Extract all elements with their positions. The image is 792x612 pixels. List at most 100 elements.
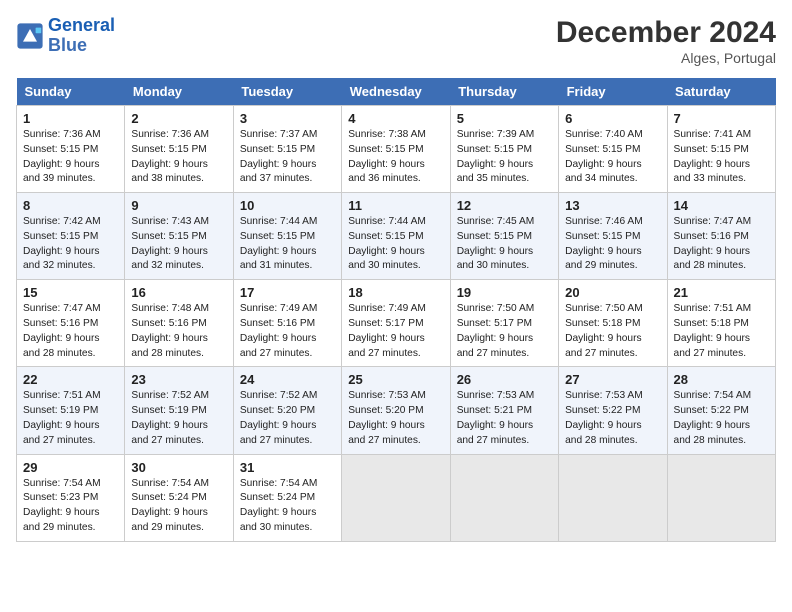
day-number: 4 [348, 111, 443, 126]
calendar-cell [559, 454, 667, 541]
day-info: Sunrise: 7:49 AM Sunset: 5:17 PM Dayligh… [348, 302, 443, 361]
day-number: 13 [565, 198, 660, 213]
day-info: Sunrise: 7:50 AM Sunset: 5:17 PM Dayligh… [457, 302, 552, 361]
day-number: 22 [23, 372, 118, 387]
day-number: 5 [457, 111, 552, 126]
calendar-cell: 1 Sunrise: 7:36 AM Sunset: 5:15 PM Daylig… [17, 106, 125, 193]
day-info: Sunrise: 7:48 AM Sunset: 5:16 PM Dayligh… [131, 302, 226, 361]
title-block: December 2024 Alges, Portugal [556, 16, 776, 66]
location: Alges, Portugal [556, 50, 776, 66]
calendar-cell: 24 Sunrise: 7:52 AM Sunset: 5:20 PM Dayli… [233, 367, 341, 454]
day-number: 20 [565, 285, 660, 300]
day-info: Sunrise: 7:52 AM Sunset: 5:20 PM Dayligh… [240, 389, 335, 448]
day-info: Sunrise: 7:40 AM Sunset: 5:15 PM Dayligh… [565, 128, 660, 187]
day-info: Sunrise: 7:53 AM Sunset: 5:20 PM Dayligh… [348, 389, 443, 448]
day-info: Sunrise: 7:51 AM Sunset: 5:18 PM Dayligh… [674, 302, 769, 361]
day-number: 6 [565, 111, 660, 126]
day-number: 28 [674, 372, 769, 387]
calendar-cell: 21 Sunrise: 7:51 AM Sunset: 5:18 PM Dayli… [667, 280, 775, 367]
calendar-cell: 30 Sunrise: 7:54 AM Sunset: 5:24 PM Dayli… [125, 454, 233, 541]
day-number: 29 [23, 460, 118, 475]
day-info: Sunrise: 7:44 AM Sunset: 5:15 PM Dayligh… [348, 215, 443, 274]
logo: General Blue [16, 16, 115, 56]
calendar-table: SundayMondayTuesdayWednesdayThursdayFrid… [16, 78, 776, 542]
day-info: Sunrise: 7:46 AM Sunset: 5:15 PM Dayligh… [565, 215, 660, 274]
day-number: 3 [240, 111, 335, 126]
col-header-sunday: Sunday [17, 78, 125, 106]
day-number: 11 [348, 198, 443, 213]
day-number: 26 [457, 372, 552, 387]
calendar-cell [342, 454, 450, 541]
day-number: 18 [348, 285, 443, 300]
day-info: Sunrise: 7:54 AM Sunset: 5:23 PM Dayligh… [23, 477, 118, 536]
page-header: General Blue December 2024 Alges, Portug… [16, 16, 776, 66]
calendar-cell: 11 Sunrise: 7:44 AM Sunset: 5:15 PM Dayli… [342, 193, 450, 280]
calendar-cell: 27 Sunrise: 7:53 AM Sunset: 5:22 PM Dayli… [559, 367, 667, 454]
calendar-cell: 3 Sunrise: 7:37 AM Sunset: 5:15 PM Daylig… [233, 106, 341, 193]
calendar-cell: 20Sunrise: 7:50 AM Sunset: 5:18 PM Dayli… [559, 280, 667, 367]
day-info: Sunrise: 7:41 AM Sunset: 5:15 PM Dayligh… [674, 128, 769, 187]
day-info: Sunrise: 7:52 AM Sunset: 5:19 PM Dayligh… [131, 389, 226, 448]
calendar-cell: 18 Sunrise: 7:49 AM Sunset: 5:17 PM Dayli… [342, 280, 450, 367]
calendar-cell: 17 Sunrise: 7:49 AM Sunset: 5:16 PM Dayli… [233, 280, 341, 367]
calendar-cell: 4 Sunrise: 7:38 AM Sunset: 5:15 PM Daylig… [342, 106, 450, 193]
day-number: 15 [23, 285, 118, 300]
day-number: 30 [131, 460, 226, 475]
calendar-cell: 28 Sunrise: 7:54 AM Sunset: 5:22 PM Dayli… [667, 367, 775, 454]
calendar-cell: 10Sunrise: 7:44 AM Sunset: 5:15 PM Dayli… [233, 193, 341, 280]
day-info: Sunrise: 7:54 AM Sunset: 5:24 PM Dayligh… [240, 477, 335, 536]
day-number: 19 [457, 285, 552, 300]
calendar-cell: 14Sunrise: 7:47 AM Sunset: 5:16 PM Dayli… [667, 193, 775, 280]
day-number: 8 [23, 198, 118, 213]
calendar-cell: 13 Sunrise: 7:46 AM Sunset: 5:15 PM Dayli… [559, 193, 667, 280]
calendar-cell: 8 Sunrise: 7:42 AM Sunset: 5:15 PM Daylig… [17, 193, 125, 280]
day-info: Sunrise: 7:38 AM Sunset: 5:15 PM Dayligh… [348, 128, 443, 187]
calendar-cell: 22Sunrise: 7:51 AM Sunset: 5:19 PM Dayli… [17, 367, 125, 454]
col-header-tuesday: Tuesday [233, 78, 341, 106]
day-info: Sunrise: 7:39 AM Sunset: 5:15 PM Dayligh… [457, 128, 552, 187]
calendar-cell: 19 Sunrise: 7:50 AM Sunset: 5:17 PM Dayli… [450, 280, 558, 367]
day-number: 17 [240, 285, 335, 300]
day-info: Sunrise: 7:45 AM Sunset: 5:15 PM Dayligh… [457, 215, 552, 274]
col-header-thursday: Thursday [450, 78, 558, 106]
day-info: Sunrise: 7:47 AM Sunset: 5:16 PM Dayligh… [23, 302, 118, 361]
calendar-cell: 25 Sunrise: 7:53 AM Sunset: 5:20 PM Dayli… [342, 367, 450, 454]
day-number: 2 [131, 111, 226, 126]
calendar-cell: 6 Sunrise: 7:40 AM Sunset: 5:15 PM Daylig… [559, 106, 667, 193]
month-title: December 2024 [556, 16, 776, 50]
day-info: Sunrise: 7:36 AM Sunset: 5:15 PM Dayligh… [131, 128, 226, 187]
day-info: Sunrise: 7:36 AM Sunset: 5:15 PM Dayligh… [23, 128, 118, 187]
calendar-cell: 23Sunrise: 7:52 AM Sunset: 5:19 PM Dayli… [125, 367, 233, 454]
col-header-saturday: Saturday [667, 78, 775, 106]
calendar-cell: 12Sunrise: 7:45 AM Sunset: 5:15 PM Dayli… [450, 193, 558, 280]
day-info: Sunrise: 7:54 AM Sunset: 5:24 PM Dayligh… [131, 477, 226, 536]
day-info: Sunrise: 7:54 AM Sunset: 5:22 PM Dayligh… [674, 389, 769, 448]
day-info: Sunrise: 7:49 AM Sunset: 5:16 PM Dayligh… [240, 302, 335, 361]
calendar-cell [667, 454, 775, 541]
calendar-cell: 15 Sunrise: 7:47 AM Sunset: 5:16 PM Dayli… [17, 280, 125, 367]
day-info: Sunrise: 7:53 AM Sunset: 5:21 PM Dayligh… [457, 389, 552, 448]
day-number: 1 [23, 111, 118, 126]
calendar-cell: 31 Sunrise: 7:54 AM Sunset: 5:24 PM Dayli… [233, 454, 341, 541]
calendar-cell: 16Sunrise: 7:48 AM Sunset: 5:16 PM Dayli… [125, 280, 233, 367]
day-info: Sunrise: 7:42 AM Sunset: 5:15 PM Dayligh… [23, 215, 118, 274]
day-number: 9 [131, 198, 226, 213]
calendar-cell [450, 454, 558, 541]
calendar-cell: 7 Sunrise: 7:41 AM Sunset: 5:15 PM Daylig… [667, 106, 775, 193]
day-info: Sunrise: 7:37 AM Sunset: 5:15 PM Dayligh… [240, 128, 335, 187]
col-header-wednesday: Wednesday [342, 78, 450, 106]
day-info: Sunrise: 7:43 AM Sunset: 5:15 PM Dayligh… [131, 215, 226, 274]
day-number: 27 [565, 372, 660, 387]
logo-icon [16, 22, 44, 50]
day-number: 10 [240, 198, 335, 213]
day-number: 24 [240, 372, 335, 387]
calendar-cell: 26 Sunrise: 7:53 AM Sunset: 5:21 PM Dayli… [450, 367, 558, 454]
day-number: 21 [674, 285, 769, 300]
logo-text: General Blue [48, 16, 115, 56]
calendar-cell: 9 Sunrise: 7:43 AM Sunset: 5:15 PM Daylig… [125, 193, 233, 280]
day-info: Sunrise: 7:47 AM Sunset: 5:16 PM Dayligh… [674, 215, 769, 274]
day-number: 25 [348, 372, 443, 387]
day-info: Sunrise: 7:53 AM Sunset: 5:22 PM Dayligh… [565, 389, 660, 448]
day-number: 31 [240, 460, 335, 475]
day-number: 7 [674, 111, 769, 126]
